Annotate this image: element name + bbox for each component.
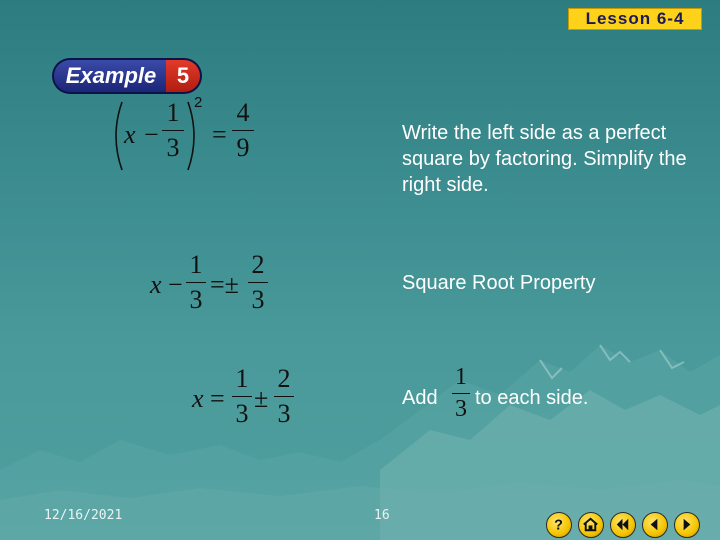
lesson-tab: Lesson 6-4 — [568, 8, 702, 30]
step-2-note: Square Root Property — [402, 272, 596, 294]
example-label: Example — [52, 58, 168, 94]
exponent: 2 — [194, 94, 203, 111]
note-fraction-one-third: 13 — [452, 364, 470, 423]
minus-sign: − — [168, 270, 183, 299]
home-icon — [583, 517, 598, 532]
step-3-note-after: to each side. — [475, 387, 589, 409]
numerator: 4 — [236, 98, 250, 127]
step-1-note: Write the left side as a perfect square … — [402, 122, 687, 196]
next-slide-button[interactable] — [674, 512, 700, 538]
example-number: 5 — [166, 58, 202, 94]
equals-plus-minus: =± — [210, 270, 239, 299]
numerator: 1 — [189, 250, 203, 279]
fraction-two-thirds: 23 — [248, 250, 268, 315]
first-slide-button[interactable] — [610, 512, 636, 538]
numerator: 1 — [235, 364, 249, 393]
fraction-one-third: 13 — [162, 98, 184, 163]
denominator: 3 — [235, 399, 249, 429]
denominator: 3 — [189, 285, 203, 315]
denominator: 3 — [455, 396, 467, 423]
next-slide-icon — [683, 518, 691, 531]
fraction-four-ninths: 49 — [232, 98, 254, 163]
variable-x: x — [192, 384, 204, 413]
fraction-one-third: 13 — [186, 250, 206, 315]
equals-sign: = — [210, 384, 225, 413]
numerator: 2 — [251, 250, 265, 279]
variable-x: x — [150, 270, 162, 299]
numerator: 1 — [455, 364, 467, 390]
numerator: 1 — [166, 98, 180, 127]
fraction-two-thirds: 23 — [274, 364, 294, 429]
footer-page-number: 16 — [374, 508, 390, 523]
step-3-note-before: Add — [402, 387, 438, 409]
first-slide-icon — [616, 518, 629, 531]
fraction-one-third: 13 — [232, 364, 252, 429]
minus-sign: − — [144, 120, 159, 149]
plus-minus-sign: ± — [254, 384, 269, 413]
numerator: 2 — [277, 364, 291, 393]
help-icon: ? — [554, 517, 563, 533]
variable-x: x — [124, 120, 136, 149]
step-3-equation: x = 13 ± 23 — [190, 364, 300, 432]
step-3-note: Add 13 to each side. — [402, 364, 702, 432]
denominator: 9 — [236, 133, 250, 163]
denominator: 3 — [277, 399, 291, 429]
equals-sign: = — [212, 120, 227, 149]
left-paren — [115, 101, 123, 171]
denominator: 3 — [166, 133, 180, 163]
step-2-equation: x − 13 =± 23 — [148, 250, 278, 318]
home-button[interactable] — [578, 512, 604, 538]
previous-slide-icon — [650, 518, 658, 531]
denominator: 3 — [251, 285, 265, 315]
help-button[interactable]: ? — [546, 512, 572, 538]
step-1-equation: x − 13 2 = 49 — [104, 94, 264, 176]
footer-date: 12/16/2021 — [44, 508, 123, 523]
svg-text:?: ? — [554, 517, 563, 533]
example-badge: Example 5 — [52, 58, 202, 94]
slide: Lesson 6-4 Example 5 x − 13 2 = 49 Write… — [0, 0, 720, 540]
previous-slide-button[interactable] — [642, 512, 668, 538]
